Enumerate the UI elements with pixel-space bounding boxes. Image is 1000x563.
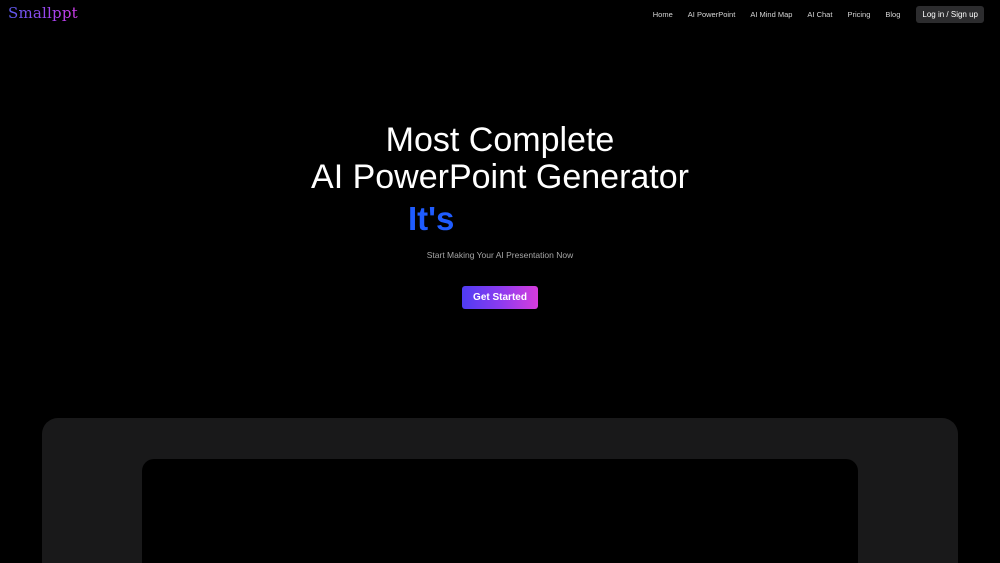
- product-preview-screen: [142, 459, 858, 563]
- nav-ai-chat-link[interactable]: AI Chat: [807, 10, 832, 19]
- nav-ai-powerpoint-link[interactable]: AI PowerPoint: [688, 10, 736, 19]
- hero-typing-text: It's: [408, 200, 455, 237]
- login-signup-button[interactable]: Log in / Sign up: [916, 5, 984, 23]
- page: Smallppt Home AI PowerPoint AI Mind Map …: [0, 0, 1000, 563]
- nav-pricing-link[interactable]: Pricing: [847, 10, 870, 19]
- product-preview-frame: [42, 418, 958, 563]
- hero-title: Most Complete AI PowerPoint Generator: [0, 122, 1000, 196]
- hero-title-line-2: AI PowerPoint Generator: [311, 158, 689, 196]
- top-navigation: Home AI PowerPoint AI Mind Map AI Chat P…: [653, 5, 984, 23]
- nav-home-link[interactable]: Home: [653, 10, 673, 19]
- get-started-button[interactable]: Get Started: [462, 286, 538, 309]
- nav-blog-link[interactable]: Blog: [885, 10, 900, 19]
- hero-subtitle: Start Making Your AI Presentation Now: [426, 250, 574, 260]
- nav-ai-mind-map-link[interactable]: AI Mind Map: [750, 10, 792, 19]
- hero-title-line-1: Most Complete: [385, 121, 615, 159]
- brand-logo[interactable]: Smallppt: [8, 4, 78, 22]
